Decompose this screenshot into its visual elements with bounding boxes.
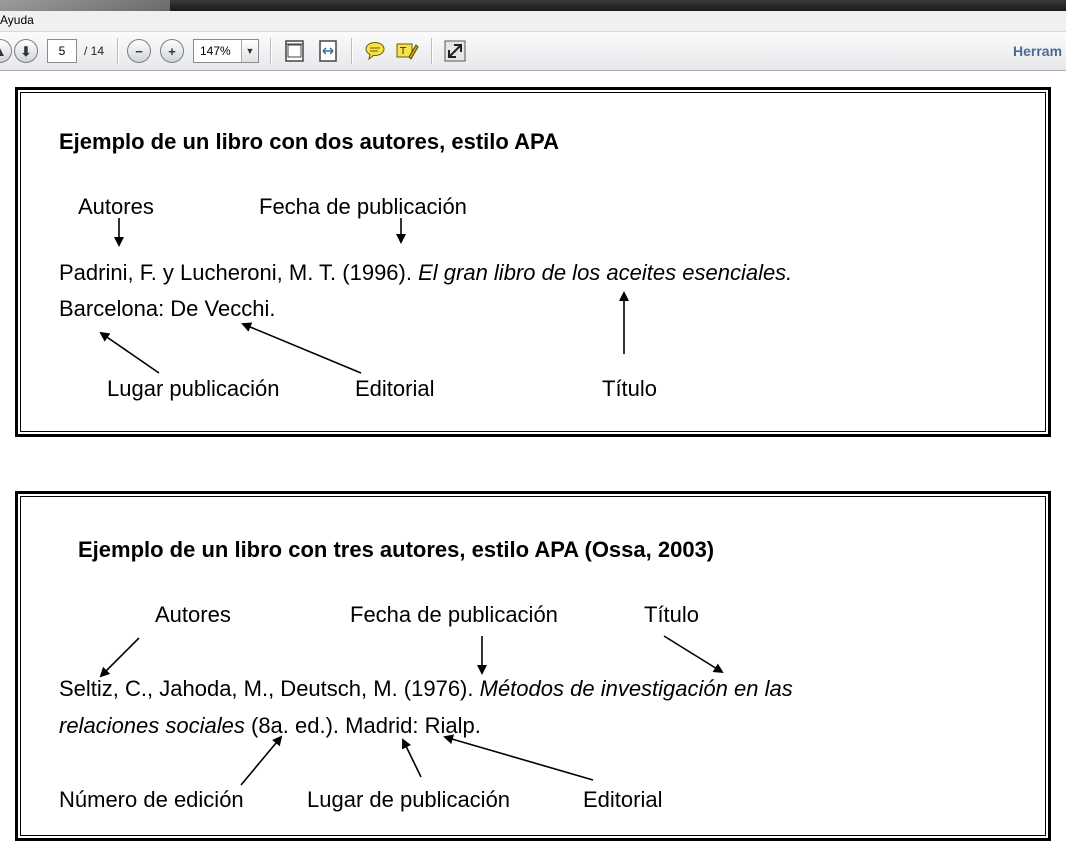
menu-item-ayuda[interactable]: Ayuda [0, 13, 34, 27]
example2-citation-line1: Seltiz, C., Jahoda, M., Deutsch, M. (197… [59, 678, 793, 700]
page-count: / 14 [84, 44, 105, 58]
comment-button[interactable] [363, 39, 387, 63]
citation-title-cont: relaciones sociales [59, 713, 245, 738]
example1-label-title: Título [602, 376, 658, 401]
toolbar-separator [117, 38, 119, 64]
toolbar-separator [270, 38, 272, 64]
fit-width-icon [319, 40, 337, 62]
minus-icon: − [135, 43, 143, 59]
menu-bar: Ayuda [0, 11, 1066, 32]
next-page-button[interactable]: ⬇ [14, 39, 38, 63]
example1-label-place: Lugar publicación [107, 376, 280, 401]
citation-edition-publisher: (8a. ed.). Madrid: Rialp. [244, 713, 481, 738]
example2-label-place: Lugar de publicación [307, 787, 511, 812]
page-number-input[interactable]: 5 [47, 39, 77, 63]
tools-panel-button[interactable]: Herram [1013, 43, 1062, 59]
example2-label-title: Título [644, 602, 700, 627]
arrow-up-icon: ▲ [0, 45, 6, 58]
svg-text:T: T [399, 46, 407, 57]
example2-heading: Ejemplo de un libro con tres autores, es… [78, 537, 715, 562]
highlight-text-icon: T [396, 43, 419, 60]
toolbar-separator [431, 38, 433, 64]
example1-citation-line2: Barcelona: De Vecchi. [59, 296, 276, 321]
example1-label-publisher: Editorial [355, 376, 435, 401]
example2-label-edition: Número de edición [59, 787, 244, 812]
highlight-button[interactable]: T [395, 39, 419, 63]
example1-label-date: Fecha de publicación [259, 194, 467, 219]
previous-page-button[interactable]: ▲ [0, 39, 12, 63]
fit-page-icon [285, 40, 304, 62]
example2-citation-line2: relaciones sociales (8a. ed.). Madrid: R… [59, 715, 481, 737]
citation-title: El gran libro de los aceites esenciales. [418, 260, 793, 285]
toolbar-separator [351, 38, 353, 64]
zoom-select[interactable]: 147% ▼ [193, 39, 259, 63]
full-screen-button[interactable] [443, 39, 467, 63]
plus-icon: + [168, 43, 176, 59]
toolbar: ▲ ⬇ 5 / 14 − + 147% ▼ T [0, 32, 1066, 71]
zoom-value: 147% [200, 44, 231, 58]
example2-label-publisher: Editorial [583, 787, 663, 812]
example1-heading: Ejemplo de un libro con dos autores, est… [59, 129, 559, 154]
zoom-out-button[interactable]: − [127, 39, 151, 63]
example2-label-authors: Autores [155, 602, 231, 627]
example1-label-authors: Autores [78, 194, 154, 219]
example2-label-date: Fecha de publicación [350, 602, 558, 627]
arrow-down-icon: ⬇ [20, 43, 32, 59]
example1-citation-line1: Padrini, F. y Lucheroni, M. T. (1996). E… [59, 262, 792, 284]
citation-authors-date: Seltiz, C., Jahoda, M., Deutsch, M. (197… [59, 676, 480, 701]
window-title-bar [0, 0, 1066, 11]
fit-width-button[interactable] [316, 39, 340, 63]
citation-authors-date: Padrini, F. y Lucheroni, M. T. (1996). [59, 260, 419, 285]
fit-page-button[interactable] [283, 39, 307, 63]
zoom-in-button[interactable]: + [160, 39, 184, 63]
comment-icon [365, 42, 385, 61]
expand-icon [444, 40, 466, 62]
chevron-down-icon[interactable]: ▼ [241, 40, 258, 62]
citation-title: Métodos de investigación en las [479, 676, 793, 701]
